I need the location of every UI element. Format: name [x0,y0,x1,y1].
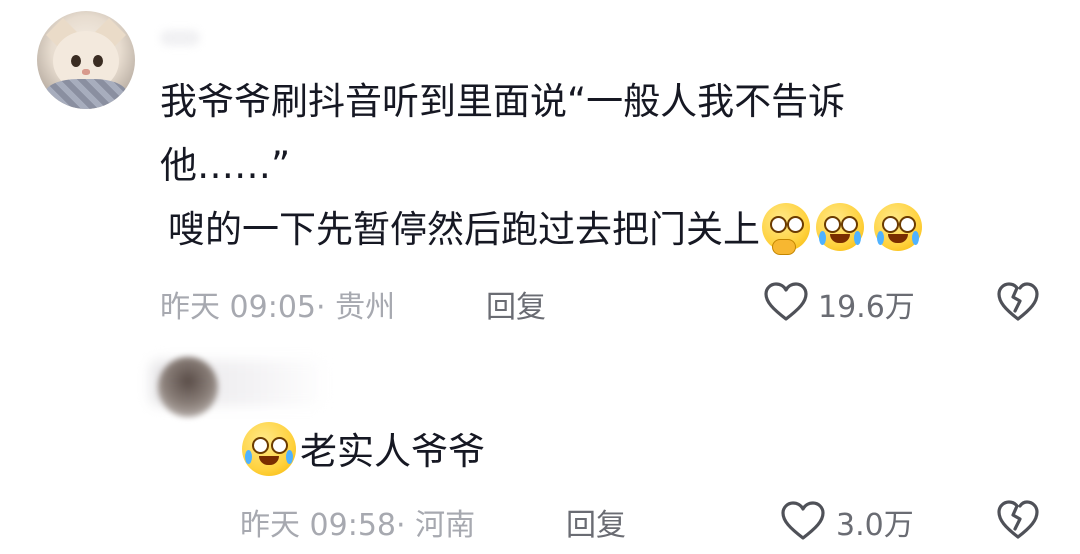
comment-text-line: 嗖的一下先暂停然后跑过去把门关上 [168,208,760,251]
crying-laughing-emoji-icon [874,203,922,251]
like-button[interactable] [780,500,826,542]
like-count: 3.0万 [836,508,914,543]
broken-heart-icon [997,500,1039,539]
reply-button[interactable]: 回复 [486,282,546,326]
comment-text-line: 我爷爷刷抖音听到里面说“一般人我不告诉 [160,80,846,123]
comment-location: · 贵州 [316,290,396,325]
comment-body: 我爷爷刷抖音听到里面说“一般人我不告诉 他……” 嗖的一下先暂停然后跑过去把门关… [160,70,980,262]
like-count: 19.6万 [818,290,915,325]
avatar[interactable] [37,11,135,109]
rolling-laughing-emoji-icon [242,422,296,476]
reply-location: · 河南 [396,508,476,543]
comment-meta: 昨天 09:05· 贵州 [160,282,395,326]
thinking-face-emoji-icon [762,203,810,255]
avatar[interactable] [158,357,218,417]
reply-button[interactable]: 回复 [566,500,626,544]
dislike-button[interactable] [996,281,1040,323]
heart-outline-icon [764,282,808,321]
reply-body: 老实人爷爷 [240,422,485,482]
dislike-button[interactable] [996,499,1040,541]
reply-time: 昨天 09:58 [240,508,396,543]
reply-meta: 昨天 09:58· 河南 [240,500,475,544]
broken-heart-icon [997,282,1039,321]
comment-time: 昨天 09:05 [160,290,316,325]
reply-text: 老实人爷爷 [300,430,485,473]
comment-text-line: 他……” [160,144,291,187]
heart-outline-icon [781,501,825,540]
blurred-username [160,30,200,46]
crying-laughing-emoji-icon [816,203,864,251]
